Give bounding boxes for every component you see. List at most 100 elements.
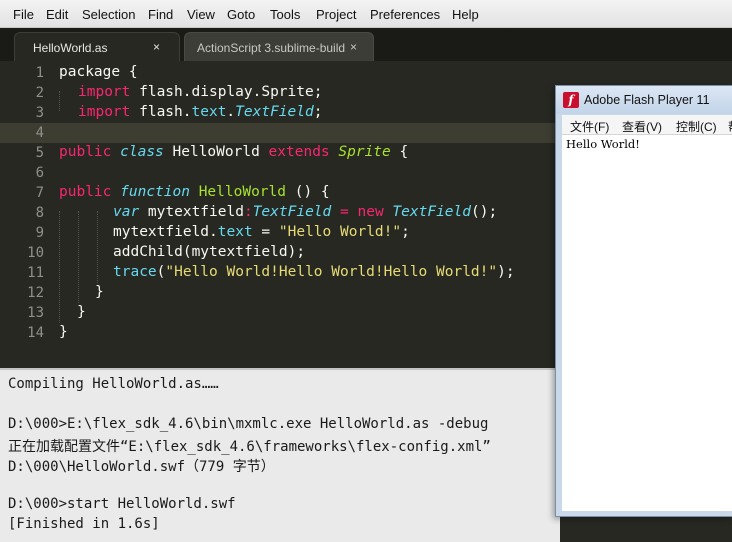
code-line-12: } (95, 284, 104, 300)
current-line-highlight (0, 123, 560, 143)
flash-menu-view[interactable]: 查看(V) (622, 118, 662, 135)
code-token: () { (286, 184, 330, 200)
line-number: 13 (27, 305, 44, 321)
tab-helloworld-as[interactable]: HelloWorld.as × (14, 32, 180, 61)
menu-file[interactable]: File (13, 7, 34, 22)
code-token: } (77, 304, 86, 320)
code-token: ; (313, 104, 323, 120)
type-token: TextField (252, 204, 332, 220)
console-line: [Finished in 1.6s] (8, 516, 160, 532)
code-token: mytextfield (139, 204, 244, 220)
close-icon[interactable]: × (350, 40, 357, 54)
menu-goto[interactable]: Goto (227, 7, 255, 22)
indent-guide (97, 211, 98, 283)
menu-view[interactable]: View (187, 7, 215, 22)
code-token: HelloWorld (163, 144, 269, 160)
flash-window-title: Adobe Flash Player 11 (584, 93, 710, 107)
keyword-token: import (78, 104, 131, 120)
function-name-token: HelloWorld (198, 184, 287, 200)
line-number: 7 (35, 185, 44, 201)
code-line-5: public class HelloWorld extends Sprite { (59, 144, 408, 160)
menu-help[interactable]: Help (452, 7, 479, 22)
flash-player-icon: f (563, 92, 579, 108)
menu-preferences[interactable]: Preferences (370, 7, 440, 22)
line-number: 4 (35, 125, 44, 141)
console-line: D:\000>E:\flex_sdk_4.6\bin\mxmlc.exe Hel… (8, 416, 489, 432)
code-token: (); (471, 204, 498, 220)
flash-menu-help[interactable]: 帮 (728, 118, 732, 135)
console-line: Compiling HelloWorld.as…… (8, 376, 219, 392)
code-line-1: package { (59, 64, 138, 80)
flash-menu-bar: 文件(F) 查看(V) 控制(C) 帮 (562, 115, 732, 135)
code-token: mytextfield. (113, 224, 218, 240)
menu-project[interactable]: Project (316, 7, 356, 22)
code-line-7: public function HelloWorld () { (59, 184, 330, 200)
console-line: D:\000\HelloWorld.swf（779 字节） (8, 459, 275, 475)
tab-actionscript-build[interactable]: ActionScript 3.sublime-build × (184, 32, 374, 61)
code-token: } (59, 324, 68, 340)
keyword-token: new (357, 204, 384, 220)
keyword-token: extends (268, 144, 330, 160)
code-token: addChild(mytextfield); (113, 244, 306, 260)
flash-stage: Hello World! (562, 135, 732, 511)
line-number: 5 (35, 145, 44, 161)
string-token: "Hello World!Hello World!Hello World!" (165, 264, 498, 280)
tab-bar: HelloWorld.as × ActionScript 3.sublime-b… (0, 28, 732, 61)
code-token: package { (59, 64, 138, 80)
line-number: 10 (27, 245, 44, 261)
code-line-3: import flash.text.TextField; (78, 104, 322, 120)
menu-bar: File Edit Selection Find View Goto Tools… (0, 0, 732, 28)
flash-title-bar[interactable]: f Adobe Flash Player 11 (556, 86, 732, 114)
code-line-8: var mytextfield:TextField = new TextFiel… (113, 204, 497, 220)
console-line: 正在加载配置文件“E:\flex_sdk_4.6\frameworks\flex… (8, 439, 491, 455)
line-number: 8 (35, 205, 44, 221)
code-editor[interactable]: 1 2 3 4 5 6 7 8 9 10 11 12 13 14 package… (0, 61, 560, 368)
close-icon[interactable]: × (153, 40, 160, 54)
tab-label: ActionScript 3.sublime-build (197, 41, 346, 55)
storage-token: var (113, 204, 140, 220)
code-token: flash.display.Sprite; (130, 84, 323, 100)
code-line-9: mytextfield.text = "Hello World!"; (113, 224, 410, 240)
flash-player-window[interactable]: f Adobe Flash Player 11 文件(F) 查看(V) 控制(C… (555, 85, 732, 517)
menu-selection[interactable]: Selection (82, 7, 135, 22)
code-token: = (252, 224, 279, 240)
keyword-token: public (59, 144, 112, 160)
function-call-token: trace (113, 264, 157, 280)
build-output-panel[interactable]: Compiling HelloWorld.as…… D:\000>E:\flex… (0, 368, 560, 542)
code-line-11: trace("Hello World!Hello World!Hello Wor… (113, 264, 515, 280)
flash-menu-control[interactable]: 控制(C) (676, 118, 717, 135)
storage-token: class (120, 144, 164, 160)
property-token: text (191, 104, 227, 120)
menu-tools[interactable]: Tools (270, 7, 300, 22)
code-line-2: import flash.display.Sprite; (78, 84, 322, 100)
keyword-token: import (78, 84, 131, 100)
operator-token: : (243, 204, 253, 220)
tab-label: HelloWorld.as (33, 41, 108, 55)
flash-menu-file[interactable]: 文件(F) (570, 118, 609, 135)
code-token: { (390, 144, 409, 160)
line-number: 12 (27, 285, 44, 301)
storage-token: function (120, 184, 190, 200)
indent-guide (59, 91, 60, 111)
menu-find[interactable]: Find (148, 7, 173, 22)
line-number: 1 (35, 65, 44, 81)
code-token: } (95, 284, 104, 300)
line-number: 3 (35, 105, 44, 121)
line-number: 14 (27, 325, 44, 341)
line-number: 6 (35, 165, 44, 181)
menu-edit[interactable]: Edit (46, 7, 68, 22)
indent-guide (78, 211, 79, 303)
flash-output-text: Hello World! (566, 137, 640, 151)
code-token: ); (497, 264, 515, 280)
code-line-13: } (77, 304, 86, 320)
indent-guide (59, 211, 60, 323)
type-token: TextField (392, 204, 471, 220)
keyword-token: public (59, 184, 112, 200)
code-token: flash. (130, 104, 192, 120)
code-token: ; (401, 224, 410, 240)
property-token: text (217, 224, 253, 240)
line-number: 11 (27, 265, 44, 281)
